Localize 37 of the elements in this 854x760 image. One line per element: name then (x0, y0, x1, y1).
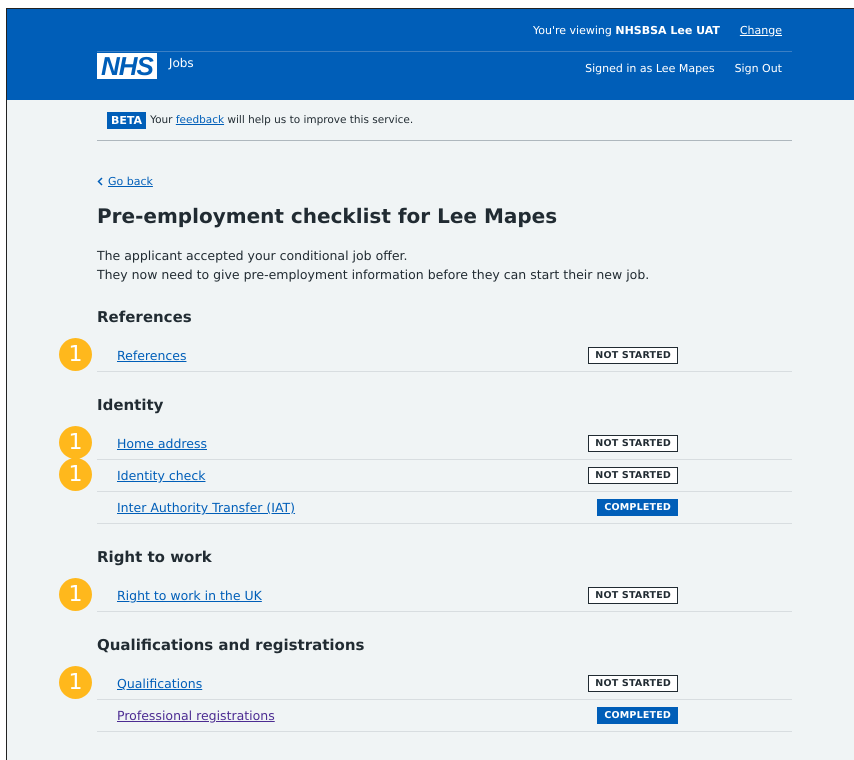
callout-marker: 1 (59, 338, 92, 371)
task-link[interactable]: Inter Authority Transfer (IAT) (117, 500, 296, 515)
beta-tag: BETA (107, 112, 146, 128)
section-heading: Right to work (97, 548, 213, 566)
task-link[interactable]: Identity check (117, 468, 206, 483)
status-tag: COMPLETED (597, 707, 678, 724)
task-link[interactable]: References (117, 348, 186, 363)
intro-text: They now need to give pre-employment information before they can start their new job. (97, 266, 650, 284)
task-link[interactable]: Qualifications (117, 676, 202, 691)
section-heading: References (97, 308, 193, 326)
service-name: Jobs (168, 56, 194, 70)
status-tag: NOT STARTED (588, 587, 678, 604)
callout-marker: 1 (59, 426, 92, 459)
chevron-left-icon (97, 177, 103, 186)
viewing-text: You're viewing NHSBSA Lee UAT (533, 24, 720, 36)
back-link[interactable]: Go back (97, 175, 153, 188)
status-tag: NOT STARTED (588, 467, 678, 484)
section-heading: Qualifications and registrations (97, 636, 366, 654)
feedback-link[interactable]: feedback (176, 114, 224, 126)
status-tag: NOT STARTED (588, 435, 678, 452)
callout-marker: 1 (59, 458, 92, 491)
change-link[interactable]: Change (740, 24, 782, 36)
signed-in-text: Signed in as Lee Mapes (585, 62, 715, 75)
task-link[interactable]: Professional registrations (117, 708, 275, 723)
section-heading: Identity (97, 396, 164, 414)
callout-marker: 1 (59, 578, 92, 611)
callout-marker: 1 (59, 666, 92, 699)
status-tag: NOT STARTED (588, 347, 678, 364)
page-title: Pre-employment checklist for Lee Mapes (97, 204, 558, 228)
sign-out-link[interactable]: Sign Out (734, 62, 782, 75)
status-tag: COMPLETED (597, 499, 678, 516)
intro-text: The applicant accepted your conditional job offer. (97, 247, 408, 265)
status-tag: NOT STARTED (588, 675, 678, 692)
task-link[interactable]: Right to work in the UK (117, 588, 262, 603)
nhs-logo[interactable]: NHS (97, 53, 157, 79)
task-link[interactable]: Home address (117, 436, 207, 451)
feedback-text: Your feedback will help us to improve this service. (150, 114, 414, 126)
